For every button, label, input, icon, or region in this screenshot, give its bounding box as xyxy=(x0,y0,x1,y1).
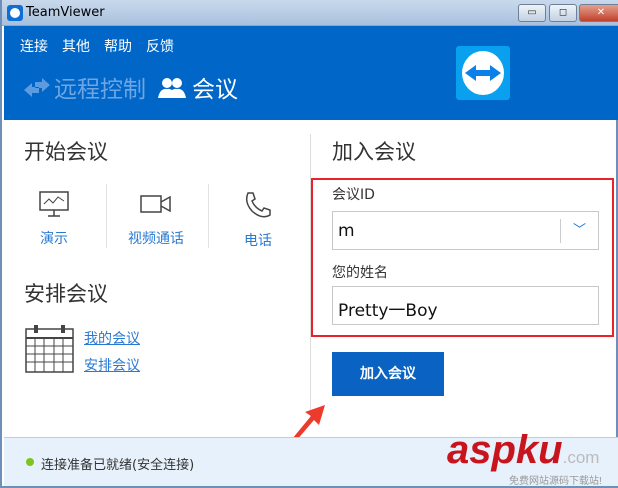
chevron-down-icon[interactable]: ﹀ xyxy=(560,219,598,243)
tab-remote-label: 远程控制 xyxy=(54,77,146,103)
title-bar: TeamViewer ▭ ◻ ✕ xyxy=(2,0,618,26)
teamviewer-window: TeamViewer ▭ ◻ ✕ 连接 其他 帮助 反馈 远程控制 会议 开始会… xyxy=(0,0,618,488)
meeting-id-label: 会议ID xyxy=(332,187,375,203)
phone-icon xyxy=(245,192,271,218)
join-meeting-button[interactable]: 加入会议 xyxy=(332,352,444,396)
schedule-meeting-heading: 安排会议 xyxy=(24,282,108,306)
phone-label: 电话 xyxy=(244,233,272,249)
window-title: TeamViewer xyxy=(26,5,105,20)
maximize-button[interactable]: ◻ xyxy=(549,4,577,22)
join-meeting-heading: 加入会议 xyxy=(332,140,416,164)
my-meetings-link[interactable]: 我的会议 xyxy=(84,328,140,348)
aspku-watermark: aspku.com 免费网站源码下载站! xyxy=(447,428,602,487)
header: 连接 其他 帮助 反馈 远程控制 会议 xyxy=(4,26,618,120)
teamviewer-app-icon xyxy=(7,5,23,21)
video-call-option[interactable]: 视频通话 xyxy=(106,190,206,248)
watermark-domain: .com xyxy=(562,448,600,467)
presentation-icon xyxy=(39,191,69,217)
teamviewer-logo xyxy=(456,46,510,100)
status-dot-icon xyxy=(26,458,34,466)
presentation-label: 演示 xyxy=(40,231,68,247)
people-icon xyxy=(158,78,186,98)
close-button[interactable]: ✕ xyxy=(579,4,618,22)
minimize-button[interactable]: ▭ xyxy=(518,4,546,22)
calendar-icon xyxy=(25,325,74,373)
phone-option[interactable]: 电话 xyxy=(208,190,308,250)
video-call-label: 视频通话 xyxy=(128,231,184,247)
your-name-input[interactable]: Pretty一Boy xyxy=(332,286,599,325)
status-text: 连接准备已就绪(安全连接) xyxy=(41,458,195,473)
meeting-id-value: m xyxy=(338,221,355,241)
presentation-option[interactable]: 演示 xyxy=(4,190,104,248)
start-meeting-heading: 开始会议 xyxy=(24,140,108,164)
watermark-tagline: 免费网站源码下载站! xyxy=(509,476,602,487)
menu-connect[interactable]: 连接 xyxy=(20,36,48,56)
your-name-label: 您的姓名 xyxy=(332,265,388,281)
tab-meeting-label: 会议 xyxy=(192,77,238,103)
video-camera-icon xyxy=(140,195,171,213)
schedule-meeting-link[interactable]: 安排会议 xyxy=(84,355,140,375)
menu-extras[interactable]: 其他 xyxy=(62,36,90,56)
watermark-brand: aspku xyxy=(447,428,563,472)
meeting-id-combobox[interactable]: m ﹀ xyxy=(332,211,599,250)
menu-help[interactable]: 帮助 xyxy=(104,36,132,56)
your-name-value: Pretty一Boy xyxy=(338,301,438,321)
arrows-icon xyxy=(24,78,50,97)
menu-feedback[interactable]: 反馈 xyxy=(146,36,174,56)
